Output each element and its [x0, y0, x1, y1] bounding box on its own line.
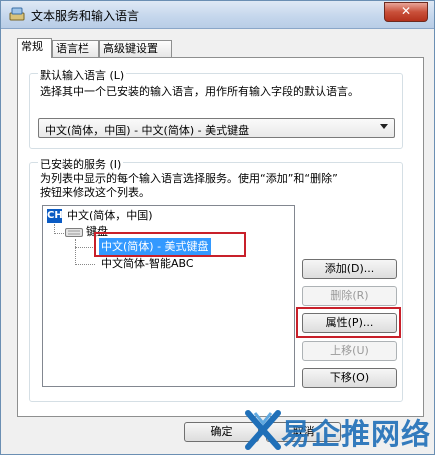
tree-connector	[54, 233, 64, 234]
tab-language-bar[interactable]: 语言栏	[52, 40, 99, 57]
keyboard-app-icon	[9, 7, 25, 21]
tree-connector	[75, 264, 95, 265]
tree-item-smart-abc[interactable]: 中文简体-智能ABC	[101, 257, 194, 271]
tree-connector	[75, 247, 95, 248]
highlight-box-selected-item	[94, 232, 246, 257]
highlight-box-properties	[296, 307, 401, 338]
move-up-button[interactable]: 上移(U)	[302, 341, 397, 361]
tree-connector	[75, 239, 76, 265]
dialog-window: 文本服务和输入语言 ✕ 常规 语言栏 高级键设置 默认输入语言 (L) 选择其中…	[0, 0, 435, 455]
move-down-button[interactable]: 下移(O)	[302, 368, 397, 388]
watermark-text: 易企推网络	[281, 417, 432, 451]
installed-services-description-line1: 为列表中显示的每个输入语言选择服务。使用“添加”和“删除”	[40, 172, 338, 185]
language-badge: CH	[47, 209, 63, 223]
default-language-select-value: 中文(简体，中国) - 中文(简体) - 美式键盘	[45, 124, 250, 137]
watermark: 易企推网络	[241, 405, 434, 454]
tab-general[interactable]: 常规	[17, 38, 52, 58]
tab-advanced-key-settings[interactable]: 高级键设置	[99, 40, 172, 57]
close-button[interactable]: ✕	[384, 2, 428, 22]
default-language-group-label: 默认输入语言 (L)	[38, 67, 127, 83]
chevron-down-icon	[380, 124, 388, 129]
tree-node-language[interactable]: 中文(简体，中国)	[67, 209, 153, 223]
default-language-description: 选择其中一个已安装的输入语言，用作所有输入字段的默认语言。	[40, 85, 359, 98]
installed-services-description-line2: 按钮来修改这个列表。	[40, 186, 150, 199]
keyboard-icon	[65, 228, 83, 237]
title-bar[interactable]: 文本服务和输入语言 ✕	[1, 1, 434, 29]
default-language-select[interactable]: 中文(简体，中国) - 中文(简体) - 美式键盘	[38, 118, 395, 138]
window-title: 文本服务和输入语言	[31, 9, 140, 23]
add-button[interactable]: 添加(D)...	[302, 259, 397, 279]
watermark-logo-icon	[245, 410, 281, 450]
installed-services-group-label: 已安装的服务 (I)	[38, 156, 124, 172]
remove-button[interactable]: 删除(R)	[302, 286, 397, 306]
